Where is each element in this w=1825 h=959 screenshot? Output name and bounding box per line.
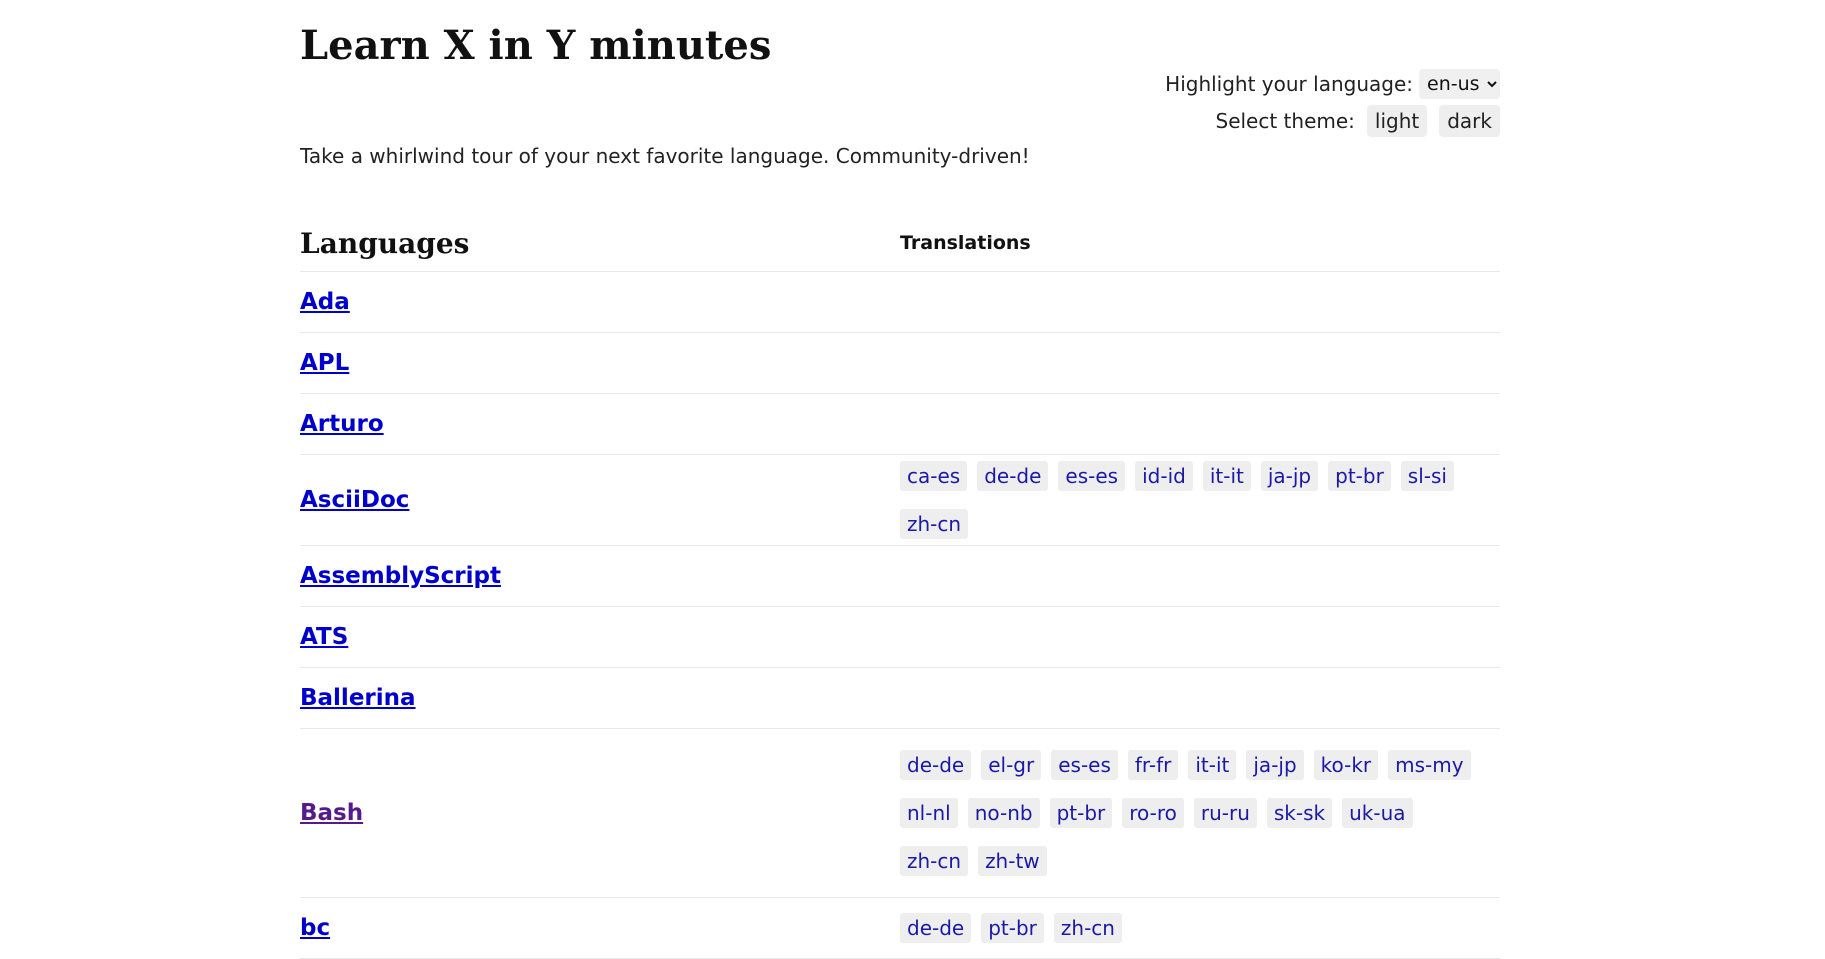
translation-link[interactable]: de-de [977, 461, 1049, 491]
translations-cell [900, 357, 1500, 369]
language-label: Highlight your language: [1165, 72, 1413, 96]
theme-control: Select theme: light dark [1165, 105, 1500, 137]
translation-link[interactable]: de-de [900, 913, 972, 943]
translation-link[interactable]: no-nb [967, 798, 1040, 828]
translation-link[interactable]: pt-br [1328, 461, 1391, 491]
language-cell: Arturo [300, 411, 900, 437]
language-link[interactable]: ATS [300, 624, 348, 650]
language-link[interactable]: Ballerina [300, 685, 416, 711]
translation-link[interactable]: ca-es [900, 461, 968, 491]
language-link[interactable]: AssemblyScript [300, 563, 501, 589]
translation-link[interactable]: zh-tw [978, 846, 1047, 876]
language-cell: AssemblyScript [300, 563, 900, 589]
table-row: AssemblyScript [300, 546, 1500, 607]
translation-link[interactable]: it-it [1188, 750, 1237, 780]
table-row: APL [300, 333, 1500, 394]
table-row: Ada [300, 272, 1500, 333]
language-cell: Ballerina [300, 685, 900, 711]
languages-table: Languages Translations Ada APL Arturo Ascii… [300, 215, 1500, 959]
settings-panel: Highlight your language: en-us Select th… [1165, 68, 1500, 142]
language-cell: AsciiDoc [300, 487, 900, 513]
language-link[interactable]: Arturo [300, 411, 384, 437]
languages-heading: Languages [300, 226, 470, 260]
translation-link[interactable]: ms-my [1388, 750, 1471, 780]
table-row: Bash de-de el-gr es-es fr-fr it-it ja-jp ko-kr m… [300, 729, 1500, 898]
language-cell: APL [300, 350, 900, 376]
language-cell: ATS [300, 624, 900, 650]
translation-link[interactable]: zh-cn [1053, 913, 1122, 943]
language-link[interactable]: APL [300, 350, 349, 376]
language-control: Highlight your language: en-us [1165, 68, 1500, 100]
translation-link[interactable]: zh-cn [900, 509, 969, 539]
translation-link[interactable]: de-de [900, 750, 972, 780]
theme-label: Select theme: [1215, 109, 1355, 133]
translation-link[interactable]: ja-jp [1260, 461, 1319, 491]
translation-link[interactable]: nl-nl [900, 798, 958, 828]
translations-cell [900, 296, 1500, 308]
language-link[interactable]: bc [300, 915, 330, 941]
translation-link[interactable]: es-es [1058, 461, 1126, 491]
translation-link[interactable]: sk-sk [1266, 798, 1333, 828]
translation-link[interactable]: ro-ro [1122, 798, 1184, 828]
translations-heading: Translations [900, 232, 1031, 254]
theme-dark-button[interactable]: dark [1439, 105, 1500, 137]
language-select[interactable]: en-us [1419, 69, 1500, 99]
table-row: ATS [300, 607, 1500, 668]
translation-link[interactable]: fr-fr [1127, 750, 1179, 780]
translation-link[interactable]: sl-si [1400, 461, 1454, 491]
table-row: AsciiDoc ca-es de-de es-es id-id it-it ja-jp pt… [300, 455, 1500, 546]
translation-link[interactable]: it-it [1202, 461, 1251, 491]
site-title: Learn X in Y minutes [300, 22, 772, 69]
translations-cell [900, 631, 1500, 643]
tagline: Take a whirlwind tour of your next favor… [300, 144, 1030, 168]
table-row: Arturo [300, 394, 1500, 455]
translation-link[interactable]: es-es [1051, 750, 1118, 780]
translation-link[interactable]: ru-ru [1193, 798, 1257, 828]
translation-link[interactable]: pt-br [1049, 798, 1113, 828]
translations-cell: de-de pt-br zh-cn [900, 907, 1500, 949]
language-cell: Ada [300, 289, 900, 315]
language-rows: Ada APL Arturo AsciiDoc ca-es de-de es-es id-id… [300, 272, 1500, 959]
translation-link[interactable]: ja-jp [1246, 750, 1304, 780]
translation-link[interactable]: id-id [1135, 461, 1193, 491]
language-cell: bc [300, 915, 900, 941]
language-link[interactable]: AsciiDoc [300, 487, 409, 513]
table-row: Ballerina [300, 668, 1500, 729]
translation-link[interactable]: pt-br [981, 913, 1044, 943]
translation-link[interactable]: ko-kr [1313, 750, 1379, 780]
language-cell: Bash [300, 800, 900, 826]
translation-link[interactable]: el-gr [981, 750, 1042, 780]
translations-cell: ca-es de-de es-es id-id it-it ja-jp pt-br sl-si… [900, 455, 1500, 545]
language-link[interactable]: Bash [300, 800, 363, 826]
table-row: bc de-de pt-br zh-cn [300, 898, 1500, 959]
theme-light-button[interactable]: light [1366, 105, 1428, 137]
translation-link[interactable]: uk-ua [1342, 798, 1413, 828]
translations-cell [900, 418, 1500, 430]
translations-cell: de-de el-gr es-es fr-fr it-it ja-jp ko-kr ms-my… [900, 744, 1500, 882]
translations-cell [900, 570, 1500, 582]
translations-cell [900, 692, 1500, 704]
translation-link[interactable]: zh-cn [900, 846, 969, 876]
table-header: Languages Translations [300, 215, 1500, 272]
language-link[interactable]: Ada [300, 289, 350, 315]
